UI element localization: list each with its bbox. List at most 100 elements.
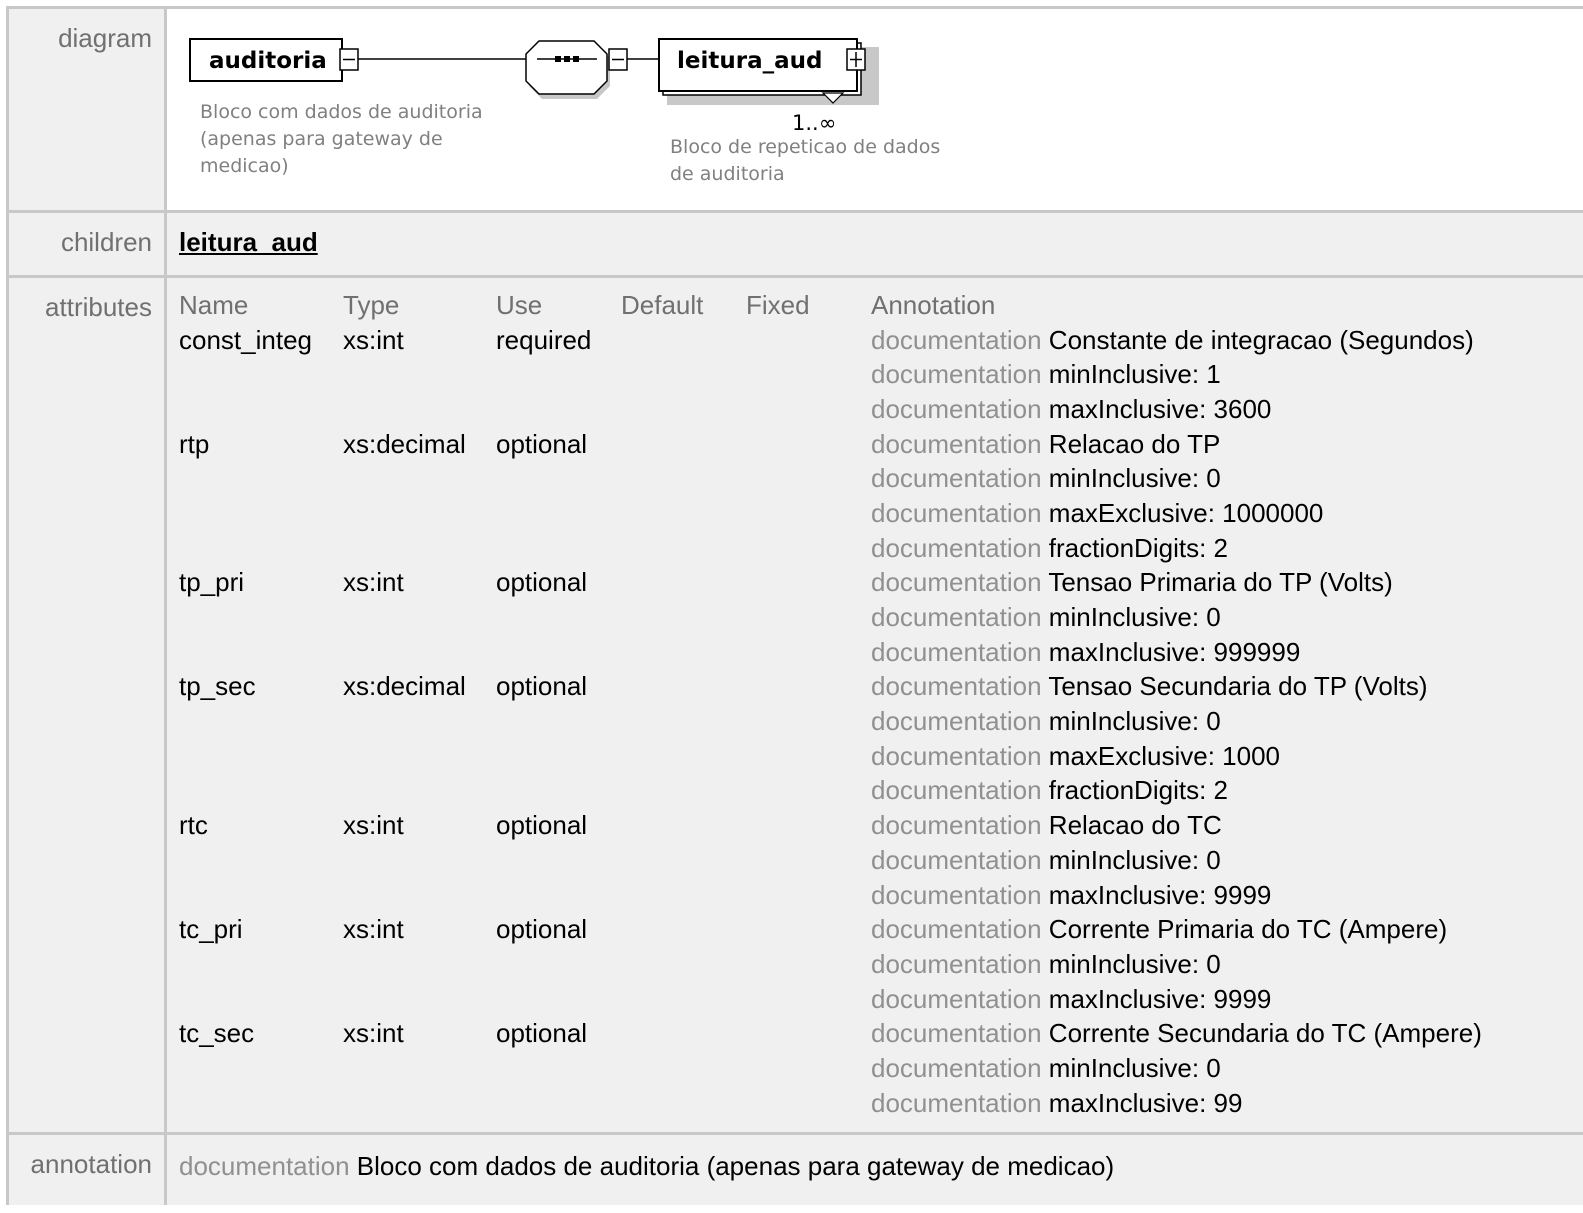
documentation-keyword: documentation <box>871 1052 1042 1083</box>
attribute-name: tc_pri <box>179 914 243 945</box>
documentation-keyword: documentation <box>871 740 1042 771</box>
attribute-name <box>167 600 331 635</box>
attribute-use: optional <box>496 671 588 702</box>
element-leitura-aud-description: Bloco de repeticao de dados de auditoria <box>670 134 940 188</box>
attribute-fixed <box>734 982 859 1017</box>
documentation-keyword: documentation <box>871 879 1042 910</box>
annotation-text: documentation Bloco com dados de auditor… <box>167 1135 1583 1182</box>
collapse-icon[interactable] <box>339 48 359 71</box>
attribute-name <box>167 496 331 531</box>
attribute-type <box>331 357 484 392</box>
annotation-value: minInclusive: 1 <box>1048 359 1221 390</box>
diagram-label: diagram <box>9 9 167 210</box>
attribute-default <box>609 982 734 1017</box>
attribute-annotation-row: documentation maxInclusive: 3600 <box>167 392 1482 427</box>
attribute-type: xs:int <box>343 810 404 841</box>
attribute-fixed <box>734 357 859 392</box>
col-header-default: Default <box>621 289 704 320</box>
annotation-value: Tensao Primaria do TP (Volts) <box>1048 567 1393 598</box>
attribute-annotation-row: documentation maxInclusive: 99 <box>167 1086 1482 1121</box>
attribute-annotation-row: documentation minInclusive: 0 <box>167 1051 1482 1086</box>
desc-line: (apenas para gateway de <box>200 128 443 150</box>
collapse-icon[interactable] <box>608 48 628 71</box>
annotation-row: annotation documentation Bloco com dados… <box>9 1135 1583 1205</box>
attribute-annotation-row: documentation maxInclusive: 9999 <box>167 982 1482 1017</box>
attribute-fixed <box>734 566 859 601</box>
attribute-annotation: documentation maxExclusive: 1000 <box>859 739 1482 774</box>
attribute-annotation: documentation minInclusive: 0 <box>859 704 1482 739</box>
documentation-keyword: documentation <box>871 914 1042 945</box>
attribute-name <box>167 357 331 392</box>
attribute-annotation: documentation minInclusive: 0 <box>859 1051 1482 1086</box>
attribute-name <box>167 739 331 774</box>
annotation-value: Corrente Secundaria do TC (Ampere) <box>1048 1018 1482 1049</box>
annotation-value: minInclusive: 0 <box>1048 463 1221 494</box>
element-auditoria-box[interactable]: auditoria <box>189 38 343 82</box>
attribute-annotation: documentation minInclusive: 1 <box>859 357 1482 392</box>
attribute-annotation-row: documentation minInclusive: 1 <box>167 357 1482 392</box>
annotation-value: maxInclusive: 99 <box>1048 1087 1243 1118</box>
attribute-name <box>167 704 331 739</box>
annotation-value: maxExclusive: 1000000 <box>1048 497 1324 528</box>
attribute-annotation: documentation Relacao do TC <box>859 808 1482 843</box>
documentation-keyword: documentation <box>871 983 1042 1014</box>
attribute-default <box>609 739 734 774</box>
documentation-keyword: documentation <box>871 359 1042 390</box>
sequence-compositor-icon[interactable] <box>525 40 610 99</box>
attribute-type: xs:int <box>343 567 404 598</box>
attribute-fixed <box>734 1016 859 1051</box>
attribute-use <box>484 531 609 566</box>
attribute-fixed <box>734 774 859 809</box>
attribute-name <box>167 982 331 1017</box>
attribute-default <box>609 774 734 809</box>
attributes-label: attributes <box>9 278 167 1132</box>
attribute-name <box>167 461 331 496</box>
child-link-leitura-aud[interactable]: leitura_aud <box>179 227 318 258</box>
attribute-name: tp_sec <box>179 671 256 702</box>
attribute-default <box>609 1086 734 1121</box>
attribute-fixed <box>734 392 859 427</box>
documentation-keyword: documentation <box>871 393 1042 424</box>
col-header-name: Name <box>179 289 249 320</box>
attribute-use <box>484 982 609 1017</box>
documentation-keyword: documentation <box>871 844 1042 875</box>
attribute-annotation: documentation Tensao Secundaria do TP (V… <box>859 670 1482 705</box>
attribute-annotation: documentation maxInclusive: 9999 <box>859 878 1482 913</box>
annotation-value: minInclusive: 0 <box>1048 1052 1221 1083</box>
documentation-keyword: documentation <box>871 671 1042 702</box>
attribute-type <box>331 878 484 913</box>
documentation-keyword: documentation <box>179 1151 350 1181</box>
attribute-annotation: documentation Constante de integracao (S… <box>859 323 1482 358</box>
attribute-name <box>167 531 331 566</box>
attribute-fixed <box>734 947 859 982</box>
attribute-annotation: documentation Tensao Primaria do TP (Vol… <box>859 566 1482 601</box>
annotation-value: maxInclusive: 9999 <box>1048 983 1272 1014</box>
attribute-default <box>609 357 734 392</box>
attribute-default <box>609 947 734 982</box>
attribute-type <box>331 774 484 809</box>
multiplicity-label: 1..∞ <box>792 111 836 135</box>
attribute-default <box>609 1016 734 1051</box>
attribute-fixed <box>734 670 859 705</box>
attribute-use <box>484 878 609 913</box>
attribute-annotation-row: documentation minInclusive: 0 <box>167 600 1482 635</box>
attribute-fixed <box>734 704 859 739</box>
attribute-type <box>331 461 484 496</box>
attribute-name <box>167 1086 331 1121</box>
attribute-annotation: documentation Corrente Secundaria do TC … <box>859 1016 1482 1051</box>
attribute-use: optional <box>496 914 588 945</box>
attribute-row: tc_pri xs:int optional documentation Corren… <box>167 912 1482 947</box>
attribute-use <box>484 774 609 809</box>
attribute-type <box>331 843 484 878</box>
element-leitura-aud-box[interactable]: leitura_aud <box>658 38 879 105</box>
attribute-type <box>331 1086 484 1121</box>
expand-icon[interactable] <box>846 48 866 71</box>
attribute-row: rtp xs:decimal optional documentation Relac… <box>167 427 1482 462</box>
attribute-default <box>609 323 734 358</box>
attribute-use <box>484 357 609 392</box>
annotation-value: Tensao Secundaria do TP (Volts) <box>1048 671 1428 702</box>
desc-line: medicao) <box>200 155 289 177</box>
attribute-annotation-row: documentation maxInclusive: 999999 <box>167 635 1482 670</box>
annotation-value: maxInclusive: 3600 <box>1048 393 1272 424</box>
attribute-annotation-row: documentation maxInclusive: 9999 <box>167 878 1482 913</box>
